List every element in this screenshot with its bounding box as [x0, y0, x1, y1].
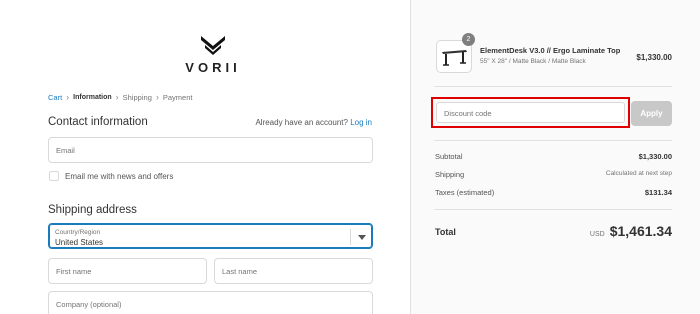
- discount-placeholder: Discount code: [444, 109, 492, 118]
- checkout-page: VORII Cart › Information › Shipping › Pa…: [0, 0, 700, 314]
- total-amount: USD $1,461.34: [590, 223, 672, 239]
- country-label: Country/Region: [55, 229, 101, 236]
- shipping-heading: Shipping address: [48, 204, 137, 216]
- breadcrumb: Cart › Information › Shipping › Payment: [48, 92, 192, 102]
- divider: [434, 209, 672, 210]
- chevron-right-icon: ›: [115, 92, 119, 102]
- login-link[interactable]: Log in: [350, 118, 372, 127]
- product-name: ElementDesk V3.0 // Ergo Laminate Top: [480, 46, 621, 55]
- total-label: Total: [435, 227, 456, 237]
- country-select[interactable]: Country/Region United States: [48, 223, 373, 249]
- subtotal-value: $1,330.00: [638, 152, 672, 161]
- subtotal-label: Subtotal: [435, 152, 463, 161]
- newsletter-label[interactable]: Email me with news and offers: [65, 172, 173, 181]
- company-field[interactable]: Company (optional): [48, 291, 373, 314]
- newsletter-checkbox[interactable]: [49, 171, 59, 181]
- divider: [434, 140, 672, 141]
- breadcrumb-information: Information: [73, 93, 112, 101]
- vorii-logo-icon: [201, 36, 225, 55]
- chevron-right-icon: ›: [66, 92, 70, 102]
- chevron-right-icon: ›: [155, 92, 159, 102]
- account-prompt: Already have an account? Log in: [255, 118, 372, 127]
- product-variant: 55" X 28" / Matte Black / Matte Black: [480, 58, 586, 65]
- email-placeholder: Email: [56, 146, 75, 155]
- divider: [434, 86, 672, 87]
- shipping-row: Shipping Calculated at next step: [435, 170, 672, 179]
- discount-highlight: Discount code: [431, 97, 630, 128]
- taxes-value: $131.34: [644, 188, 672, 197]
- first-name-field[interactable]: First name: [48, 258, 207, 284]
- chevron-down-icon: [350, 229, 372, 245]
- total-value: $1,461.34: [609, 223, 672, 239]
- shipping-value: Calculated at next step: [605, 170, 672, 177]
- currency-code: USD: [589, 231, 605, 238]
- discount-code-input[interactable]: Discount code: [436, 102, 625, 123]
- company-placeholder: Company (optional): [56, 300, 122, 309]
- country-value: United States: [55, 238, 104, 247]
- subtotal-row: Subtotal $1,330.00: [435, 152, 672, 161]
- account-prompt-text: Already have an account?: [255, 118, 348, 127]
- last-name-placeholder: Last name: [222, 267, 258, 276]
- product-price: $1,330.00: [636, 53, 672, 62]
- taxes-label: Taxes (estimated): [435, 188, 495, 197]
- taxes-row: Taxes (estimated) $131.34: [435, 188, 672, 197]
- apply-button[interactable]: Apply: [631, 101, 672, 126]
- checkout-form-panel: VORII Cart › Information › Shipping › Pa…: [0, 0, 410, 314]
- brand-name: VORII: [185, 60, 241, 75]
- email-field[interactable]: Email: [48, 137, 373, 163]
- contact-heading: Contact information: [48, 116, 148, 128]
- breadcrumb-payment: Payment: [162, 92, 193, 102]
- breadcrumb-shipping: Shipping: [122, 92, 152, 102]
- first-name-placeholder: First name: [56, 267, 92, 276]
- breadcrumb-cart[interactable]: Cart: [48, 93, 62, 102]
- quantity-badge: 2: [462, 33, 475, 46]
- last-name-field[interactable]: Last name: [214, 258, 373, 284]
- brand-logo[interactable]: VORII: [183, 34, 243, 75]
- shipping-label: Shipping: [435, 170, 465, 179]
